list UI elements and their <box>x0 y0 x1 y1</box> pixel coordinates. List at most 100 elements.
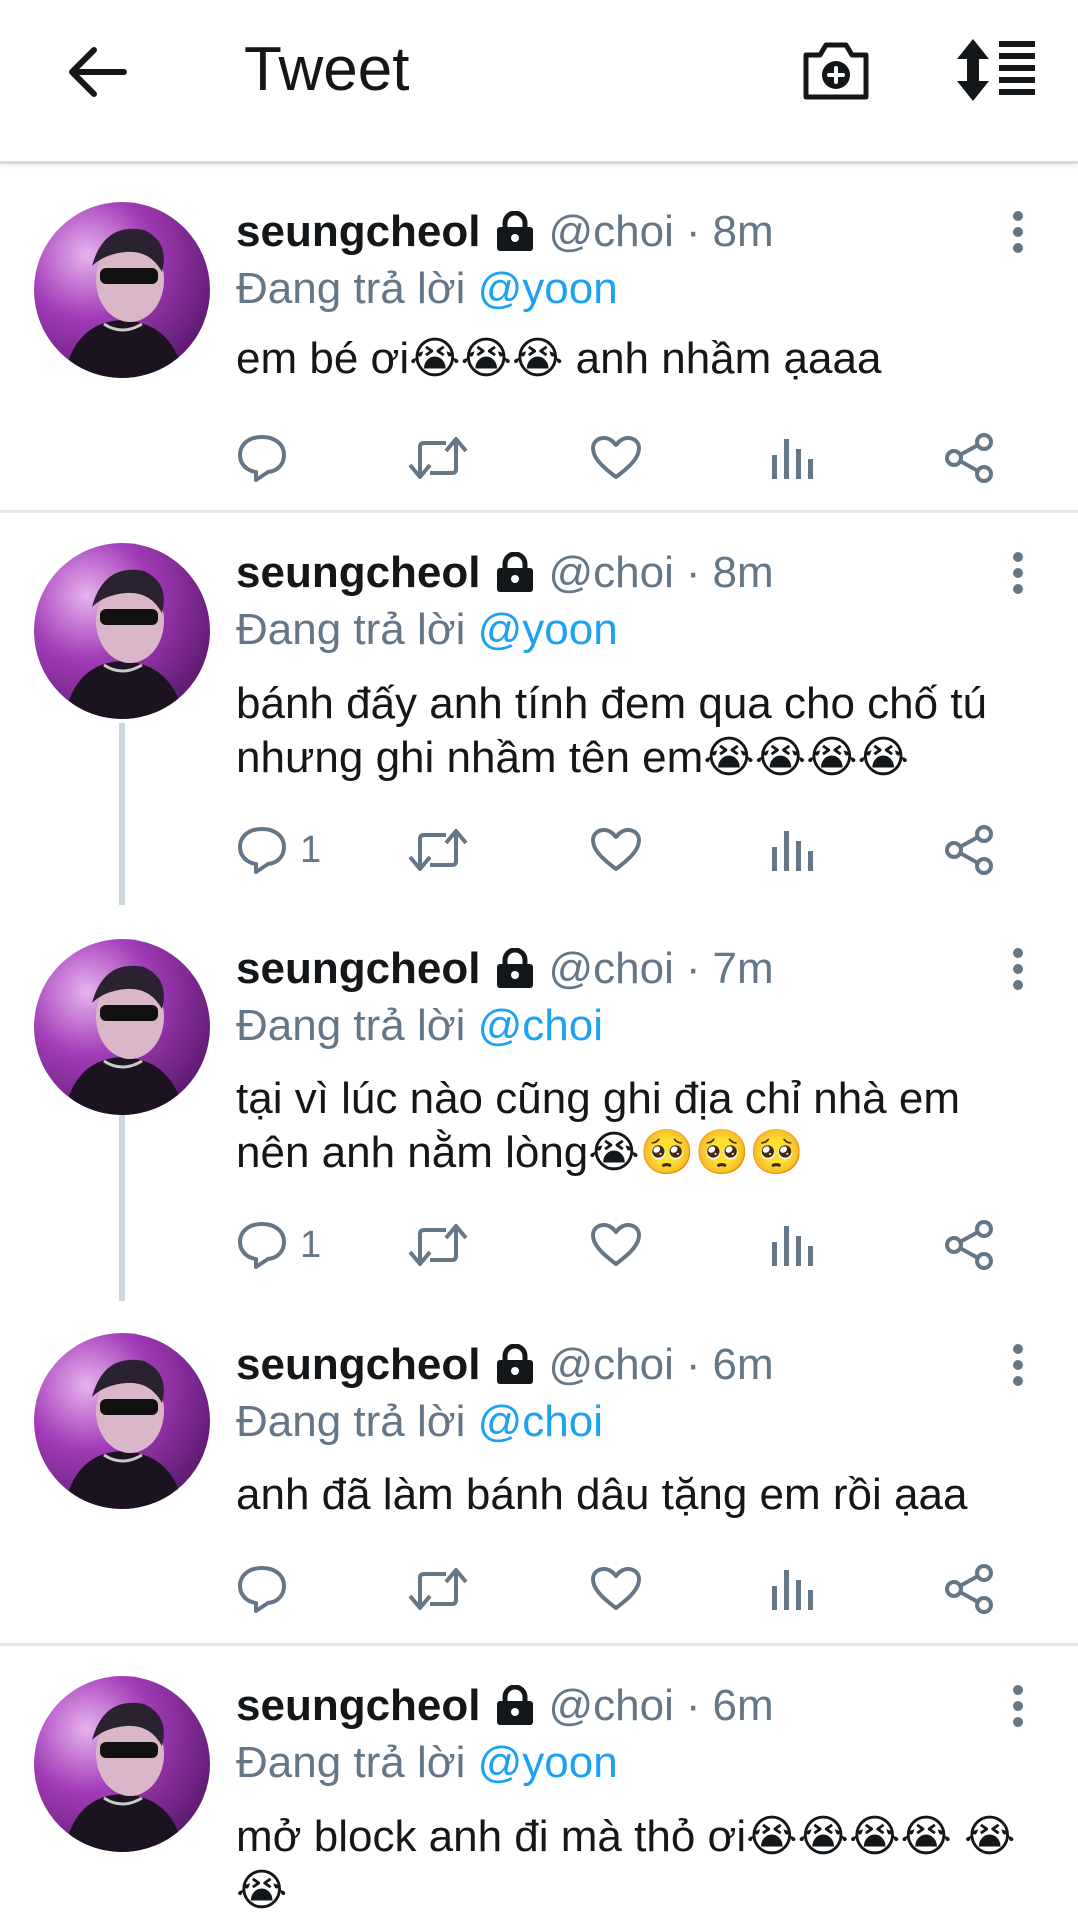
tweet-text: bánh đấy anh tính đem qua cho chố tú như… <box>236 679 988 782</box>
arrow-left-icon <box>69 47 127 97</box>
more-vertical-icon <box>1013 1685 1023 1727</box>
stats-button[interactable] <box>770 1215 814 1275</box>
more-options-button[interactable] <box>998 939 1038 999</box>
tweet-item[interactable]: seungcheol @choi · 6m Đang trả lời @choi… <box>0 1301 1078 1643</box>
reply-button[interactable] <box>236 428 300 488</box>
stats-icon <box>772 831 813 871</box>
page-title: Tweet <box>244 35 410 104</box>
share-icon <box>945 433 993 483</box>
reply-icon <box>238 827 286 874</box>
avatar[interactable] <box>34 543 210 719</box>
more-options-button[interactable] <box>998 543 1038 603</box>
author-handle[interactable]: @choi <box>549 548 674 598</box>
share-icon <box>945 1564 993 1614</box>
share-icon <box>945 1220 993 1270</box>
tweet-text: em bé ơi😭😭😭 anh nhầm ạaaa <box>236 334 882 383</box>
replying-to: Đang trả lời @yoon <box>236 1738 618 1788</box>
author-name[interactable]: seungcheol <box>236 548 481 598</box>
like-button[interactable] <box>590 820 642 880</box>
author-name[interactable]: seungcheol <box>236 1340 481 1390</box>
tweet-item[interactable]: seungcheol @choi · 7m Đang trả lời @choi… <box>0 905 1078 1301</box>
replying-to: Đang trả lời @yoon <box>236 605 618 655</box>
replying-to-handle[interactable]: @choi <box>478 1397 603 1446</box>
reply-button[interactable]: 1 <box>236 1215 321 1275</box>
separator-dot: · <box>685 1681 701 1730</box>
avatar[interactable] <box>34 1676 210 1852</box>
author-name[interactable]: seungcheol <box>236 944 481 994</box>
author-name[interactable]: seungcheol <box>236 207 481 257</box>
tweet-actions <box>236 428 1026 488</box>
replying-to-handle[interactable]: @yoon <box>478 1738 618 1787</box>
heart-icon <box>591 1567 641 1610</box>
like-button[interactable] <box>590 1559 642 1619</box>
author-handle[interactable]: @choi <box>549 1340 674 1390</box>
tweet-item[interactable]: seungcheol @choi · 8m Đang trả lời @yoon… <box>0 168 1078 513</box>
tweet-item[interactable]: seungcheol @choi · 6m Đang trả lời @yoon… <box>0 1646 1078 1916</box>
retweet-button[interactable] <box>408 820 468 880</box>
avatar[interactable] <box>34 939 210 1115</box>
lock-icon <box>495 1685 535 1727</box>
stats-button[interactable] <box>770 1559 814 1619</box>
replying-to-handle[interactable]: @choi <box>478 1001 603 1050</box>
replying-to-label: Đang trả lời <box>236 1001 466 1050</box>
replying-to-label: Đang trả lời <box>236 264 466 313</box>
stats-button[interactable] <box>770 820 814 880</box>
share-button[interactable] <box>944 1215 996 1275</box>
more-options-button[interactable] <box>998 1676 1038 1736</box>
more-vertical-icon <box>1013 948 1023 990</box>
retweet-icon <box>408 1568 468 1610</box>
thread-line <box>119 1115 125 1301</box>
stats-button[interactable] <box>770 428 814 488</box>
stats-icon <box>772 1226 813 1266</box>
share-button[interactable] <box>944 1559 996 1619</box>
tweet-item[interactable]: seungcheol @choi · 8m Đang trả lời @yoon… <box>0 513 1078 905</box>
replying-to: Đang trả lời @choi <box>236 1397 603 1447</box>
share-button[interactable] <box>944 428 996 488</box>
like-button[interactable] <box>590 1215 642 1275</box>
timestamp[interactable]: 7m <box>713 944 774 994</box>
stats-icon <box>772 1570 813 1610</box>
heart-icon <box>591 436 641 479</box>
replying-to-label: Đang trả lời <box>236 1738 466 1787</box>
retweet-icon <box>408 437 468 479</box>
author-handle[interactable]: @choi <box>549 1681 674 1731</box>
back-button[interactable] <box>56 36 136 108</box>
thread-line <box>119 723 125 905</box>
avatar[interactable] <box>34 202 210 378</box>
share-icon <box>945 825 993 875</box>
author-handle[interactable]: @choi <box>549 207 674 257</box>
timestamp[interactable]: 8m <box>713 548 774 598</box>
avatar[interactable] <box>34 1333 210 1509</box>
timestamp[interactable]: 6m <box>713 1681 774 1731</box>
reply-count: 1 <box>300 828 322 871</box>
reply-button[interactable] <box>236 1559 300 1619</box>
reply-icon <box>238 435 286 482</box>
tweet-actions: 1 <box>236 1215 1026 1275</box>
more-vertical-icon <box>1013 211 1023 253</box>
timestamp[interactable]: 8m <box>713 207 774 257</box>
author-handle[interactable]: @choi <box>549 944 674 994</box>
author-name[interactable]: seungcheol <box>236 1681 481 1731</box>
replying-to-handle[interactable]: @yoon <box>478 605 618 654</box>
heart-icon <box>591 828 641 871</box>
more-vertical-icon <box>1013 1344 1023 1386</box>
more-options-button[interactable] <box>998 1335 1038 1395</box>
timestamp[interactable]: 6m <box>713 1340 774 1390</box>
retweet-button[interactable] <box>408 428 468 488</box>
retweet-button[interactable] <box>408 1559 468 1619</box>
reply-count: 1 <box>300 1223 322 1266</box>
reply-button[interactable]: 1 <box>236 820 321 880</box>
more-options-button[interactable] <box>998 202 1038 262</box>
share-button[interactable] <box>944 820 996 880</box>
sort-button[interactable] <box>952 30 1042 110</box>
replying-to-label: Đang trả lời <box>236 605 466 654</box>
retweet-icon <box>408 1224 468 1266</box>
replying-to-handle[interactable]: @yoon <box>478 264 618 313</box>
retweet-button[interactable] <box>408 1215 468 1275</box>
camera-button[interactable] <box>796 30 876 110</box>
like-button[interactable] <box>590 428 642 488</box>
replying-to: Đang trả lời @yoon <box>236 264 618 314</box>
separator-dot: · <box>685 944 701 993</box>
lock-icon <box>495 948 535 990</box>
reply-icon <box>238 1566 286 1613</box>
